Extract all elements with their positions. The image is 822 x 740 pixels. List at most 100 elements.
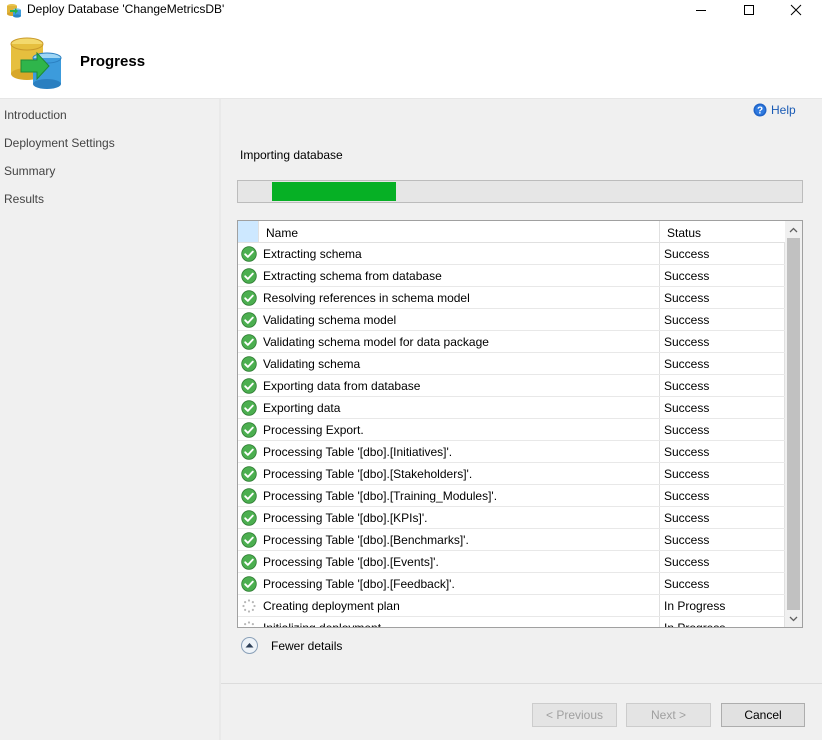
minimize-icon xyxy=(696,10,706,11)
row-status: Success xyxy=(660,309,785,330)
row-step-name: Validating schema model for data package xyxy=(259,331,660,352)
close-icon xyxy=(790,4,802,16)
column-header-status[interactable]: Status xyxy=(660,221,785,242)
table-row[interactable]: Exporting data from database Success xyxy=(238,375,785,397)
row-step-name: Processing Table '[dbo].[Feedback]'. xyxy=(259,573,660,594)
row-step-name: Resolving references in schema model xyxy=(259,287,660,308)
success-check-icon xyxy=(238,287,259,308)
sidebar-item-deployment-settings[interactable]: Deployment Settings xyxy=(4,136,115,150)
row-step-name: Validating schema xyxy=(259,353,660,374)
row-step-name: Processing Table '[dbo].[Benchmarks]'. xyxy=(259,529,660,550)
grid-header-corner xyxy=(238,221,259,242)
table-row[interactable]: Processing Table '[dbo].[Benchmarks]'. Su… xyxy=(238,529,785,551)
success-check-icon xyxy=(238,397,259,418)
success-check-icon xyxy=(238,243,259,264)
cancel-button[interactable]: Cancel xyxy=(721,703,805,727)
table-row[interactable]: Initializing deployment In Progress xyxy=(238,617,785,627)
success-check-icon xyxy=(238,573,259,594)
operation-status-text: Importing database xyxy=(240,148,343,162)
table-row[interactable]: Processing Table '[dbo].[Training_Module… xyxy=(238,485,785,507)
table-row[interactable]: Processing Table '[dbo].[KPIs]'. Success xyxy=(238,507,785,529)
row-status: Success xyxy=(660,529,785,550)
table-row[interactable]: Validating schema model Success xyxy=(238,309,785,331)
row-status: Success xyxy=(660,419,785,440)
table-row[interactable]: Validating schema Success xyxy=(238,353,785,375)
progress-grid: Name Status Extracting schema Success Extr… xyxy=(237,220,803,628)
row-step-name: Processing Table '[dbo].[KPIs]'. xyxy=(259,507,660,528)
minimize-button[interactable] xyxy=(681,0,721,20)
deploy-database-app-icon xyxy=(7,4,21,18)
previous-button[interactable]: < Previous xyxy=(532,703,617,727)
scrollbar-thumb[interactable] xyxy=(787,238,800,610)
table-row[interactable]: Extracting schema from database Success xyxy=(238,265,785,287)
vertical-scrollbar[interactable] xyxy=(785,221,802,627)
row-step-name: Initializing deployment xyxy=(259,617,660,627)
table-row[interactable]: Processing Export. Success xyxy=(238,419,785,441)
row-status: Success xyxy=(660,463,785,484)
maximize-icon xyxy=(744,5,754,15)
progress-bar-fill xyxy=(272,182,396,201)
page-header: Progress xyxy=(0,20,822,98)
chevron-down-icon xyxy=(789,616,798,621)
collapse-up-arrow-icon xyxy=(241,637,258,654)
title-bar: Deploy Database 'ChangeMetricsDB' xyxy=(0,0,822,20)
success-check-icon xyxy=(238,529,259,550)
success-check-icon xyxy=(238,463,259,484)
success-check-icon xyxy=(238,265,259,286)
maximize-button[interactable] xyxy=(729,0,769,20)
success-check-icon xyxy=(238,353,259,374)
table-row[interactable]: Creating deployment plan In Progress xyxy=(238,595,785,617)
row-step-name: Processing Table '[dbo].[Training_Module… xyxy=(259,485,660,506)
scroll-down-button[interactable] xyxy=(785,610,802,627)
sidebar-item-results[interactable]: Results xyxy=(4,192,44,206)
row-step-name: Processing Export. xyxy=(259,419,660,440)
row-status: Success xyxy=(660,265,785,286)
row-status: Success xyxy=(660,243,785,264)
row-status: Success xyxy=(660,331,785,352)
success-check-icon xyxy=(238,551,259,572)
row-step-name: Extracting schema from database xyxy=(259,265,660,286)
row-step-name: Exporting data from database xyxy=(259,375,660,396)
success-check-icon xyxy=(238,331,259,352)
sidebar-item-summary[interactable]: Summary xyxy=(4,164,55,178)
page-title: Progress xyxy=(80,53,146,70)
table-row[interactable]: Validating schema model for data package… xyxy=(238,331,785,353)
progress-bar xyxy=(237,180,803,203)
table-row[interactable]: Exporting data Success xyxy=(238,397,785,419)
help-icon: ? xyxy=(753,103,767,117)
svg-text:?: ? xyxy=(757,106,763,117)
row-step-name: Processing Table '[dbo].[Events]'. xyxy=(259,551,660,572)
table-row[interactable]: Processing Table '[dbo].[Feedback]'. Succ… xyxy=(238,573,785,595)
row-step-name: Extracting schema xyxy=(259,243,660,264)
row-step-name: Validating schema model xyxy=(259,309,660,330)
row-status: Success xyxy=(660,485,785,506)
success-check-icon xyxy=(238,507,259,528)
table-row[interactable]: Processing Table '[dbo].[Events]'. Succes… xyxy=(238,551,785,573)
table-row[interactable]: Processing Table '[dbo].[Stakeholders]'.… xyxy=(238,463,785,485)
grid-rows: Extracting schema Success Extracting schem… xyxy=(238,243,785,627)
success-check-icon xyxy=(238,309,259,330)
sidebar-item-introduction[interactable]: Introduction xyxy=(4,108,67,122)
row-status: Success xyxy=(660,551,785,572)
wizard-sidebar: Introduction Deployment Settings Summary… xyxy=(0,99,219,740)
chevron-up-icon xyxy=(789,227,798,232)
next-button[interactable]: Next > xyxy=(626,703,711,727)
success-check-icon xyxy=(238,485,259,506)
row-status: Success xyxy=(660,397,785,418)
row-step-name: Exporting data xyxy=(259,397,660,418)
main-panel: ? Help Importing database Name Status Ex… xyxy=(221,99,822,740)
in-progress-spinner-icon xyxy=(238,617,259,627)
row-status: In Progress xyxy=(660,595,785,616)
row-status: Success xyxy=(660,375,785,396)
table-row[interactable]: Processing Table '[dbo].[Initiatives]'. S… xyxy=(238,441,785,463)
fewer-details-toggle[interactable]: Fewer details xyxy=(241,637,342,654)
column-header-name[interactable]: Name xyxy=(259,221,660,242)
row-status: In Progress xyxy=(660,617,785,627)
window-title: Deploy Database 'ChangeMetricsDB' xyxy=(27,2,225,16)
help-link[interactable]: ? Help xyxy=(753,103,796,117)
footer-divider xyxy=(221,683,822,684)
table-row[interactable]: Extracting schema Success xyxy=(238,243,785,265)
close-button[interactable] xyxy=(776,0,816,20)
scroll-up-button[interactable] xyxy=(785,221,802,238)
table-row[interactable]: Resolving references in schema model Succ… xyxy=(238,287,785,309)
